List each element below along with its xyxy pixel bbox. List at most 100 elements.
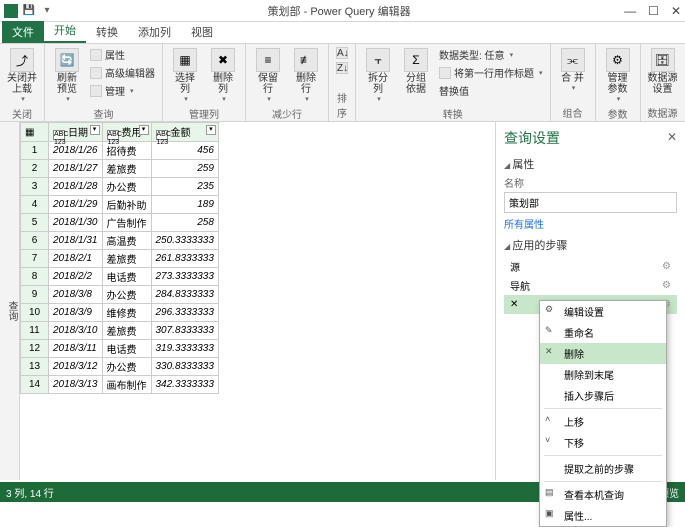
ctx-move-down[interactable]: ˅下移: [540, 432, 666, 453]
ctx-properties[interactable]: ▣属性...: [540, 505, 666, 526]
ctx-delete-to-end[interactable]: 删除到末尾: [540, 364, 666, 385]
cell-fee[interactable]: 高温费: [102, 232, 151, 250]
cell-fee[interactable]: 画布制作: [102, 376, 151, 394]
tab-view[interactable]: 视图: [181, 21, 223, 43]
cell-fee[interactable]: 广告制作: [102, 214, 151, 232]
gear-icon[interactable]: ⚙: [662, 280, 671, 291]
row-number[interactable]: 4: [21, 196, 49, 214]
ctx-insert-after[interactable]: 插入步骤后: [540, 385, 666, 406]
row-number[interactable]: 1: [21, 142, 49, 160]
cell-amount[interactable]: 259: [151, 160, 218, 178]
table-row[interactable]: 72018/2/1差旅费261.8333333: [21, 250, 219, 268]
cell-date[interactable]: 2018/3/9: [49, 304, 103, 322]
ctx-move-up[interactable]: ˄上移: [540, 411, 666, 432]
ctx-rename[interactable]: ✎重命名: [540, 322, 666, 343]
table-row[interactable]: 132018/3/12办公费330.8333333: [21, 358, 219, 376]
applied-step[interactable]: 导航⚙: [504, 276, 677, 295]
cell-fee[interactable]: 差旅费: [102, 160, 151, 178]
cell-amount[interactable]: 342.3333333: [151, 376, 218, 394]
row-number[interactable]: 11: [21, 322, 49, 340]
tab-home[interactable]: 开始: [44, 19, 86, 43]
sort-desc-button[interactable]: Z↓: [333, 61, 351, 75]
cell-fee[interactable]: 办公费: [102, 178, 151, 196]
close-load-button[interactable]: ⤴关闭并 上载▾: [4, 46, 40, 105]
column-header[interactable]: ABC123费用▾: [102, 123, 151, 142]
row-number[interactable]: 6: [21, 232, 49, 250]
gear-icon[interactable]: ⚙: [662, 261, 671, 272]
queries-pane-collapsed[interactable]: 查询: [0, 122, 20, 480]
cell-amount[interactable]: 284.8333333: [151, 286, 218, 304]
all-properties-link[interactable]: 所有属性: [504, 216, 677, 231]
cell-date[interactable]: 2018/1/30: [49, 214, 103, 232]
cell-date[interactable]: 2018/3/10: [49, 322, 103, 340]
datatype-icon[interactable]: ABC123: [107, 130, 119, 140]
row-number[interactable]: 12: [21, 340, 49, 358]
tab-addcolumn[interactable]: 添加列: [128, 21, 181, 43]
cell-date[interactable]: 2018/1/29: [49, 196, 103, 214]
row-number[interactable]: 9: [21, 286, 49, 304]
ctx-edit-settings[interactable]: ⚙编辑设置: [540, 301, 666, 322]
row-number[interactable]: 2: [21, 160, 49, 178]
datatype-button[interactable]: 数据类型: 任意▾: [436, 46, 546, 63]
cell-date[interactable]: 2018/2/1: [49, 250, 103, 268]
table-row[interactable]: 52018/1/30广告制作258: [21, 214, 219, 232]
group-by-button[interactable]: Σ分组 依据: [398, 46, 434, 97]
cell-date[interactable]: 2018/3/8: [49, 286, 103, 304]
ctx-delete[interactable]: ✕删除: [540, 343, 666, 364]
cell-amount[interactable]: 273.3333333: [151, 268, 218, 286]
cell-date[interactable]: 2018/1/31: [49, 232, 103, 250]
cell-amount[interactable]: 296.3333333: [151, 304, 218, 322]
table-row[interactable]: 42018/1/29后勤补助189: [21, 196, 219, 214]
cell-date[interactable]: 2018/1/28: [49, 178, 103, 196]
remove-rows-button[interactable]: ≢删除 行▾: [288, 46, 324, 105]
settings-close-icon[interactable]: ✕: [667, 130, 677, 144]
table-row[interactable]: 92018/3/8办公费284.8333333: [21, 286, 219, 304]
cell-date[interactable]: 2018/2/2: [49, 268, 103, 286]
table-row[interactable]: 22018/1/27差旅费259: [21, 160, 219, 178]
filter-icon[interactable]: ▾: [139, 125, 149, 135]
column-header[interactable]: ABC123日期▾: [49, 123, 103, 142]
tab-file[interactable]: 文件: [2, 21, 44, 43]
datatype-icon[interactable]: ABC123: [53, 130, 65, 140]
table-row[interactable]: 62018/1/31高温费250.3333333: [21, 232, 219, 250]
row-number[interactable]: 7: [21, 250, 49, 268]
table-row[interactable]: 112018/3/10差旅费307.8333333: [21, 322, 219, 340]
cell-date[interactable]: 2018/1/27: [49, 160, 103, 178]
filter-icon[interactable]: ▾: [90, 125, 100, 135]
table-row[interactable]: 122018/3/11电话费319.3333333: [21, 340, 219, 358]
ctx-extract-prev[interactable]: 提取之前的步骤: [540, 458, 666, 479]
cell-date[interactable]: 2018/3/13: [49, 376, 103, 394]
cell-amount[interactable]: 235: [151, 178, 218, 196]
cell-date[interactable]: 2018/3/11: [49, 340, 103, 358]
qat-save-icon[interactable]: 💾: [22, 4, 36, 18]
datasource-settings-button[interactable]: 🗄数据源 设置: [645, 46, 681, 97]
cell-fee[interactable]: 电话费: [102, 340, 151, 358]
cell-fee[interactable]: 电话费: [102, 268, 151, 286]
manage-button[interactable]: 管理▾: [87, 82, 158, 99]
close-button[interactable]: ✕: [671, 4, 681, 18]
row-number[interactable]: 3: [21, 178, 49, 196]
applied-step[interactable]: 源⚙: [504, 257, 677, 276]
cell-amount[interactable]: 307.8333333: [151, 322, 218, 340]
table-row[interactable]: 12018/1/26招待费456: [21, 142, 219, 160]
minimize-button[interactable]: —: [624, 4, 636, 18]
row-number[interactable]: 10: [21, 304, 49, 322]
keep-rows-button[interactable]: ≡保留 行▾: [250, 46, 286, 105]
cell-fee[interactable]: 办公费: [102, 286, 151, 304]
table-row[interactable]: 142018/3/13画布制作342.3333333: [21, 376, 219, 394]
column-header[interactable]: ABC123金额▾: [151, 123, 218, 142]
table-row[interactable]: 82018/2/2电话费273.3333333: [21, 268, 219, 286]
cell-fee[interactable]: 差旅费: [102, 322, 151, 340]
qat-dropdown-icon[interactable]: ▾: [40, 4, 54, 18]
cell-amount[interactable]: 258: [151, 214, 218, 232]
cell-amount[interactable]: 261.8333333: [151, 250, 218, 268]
advanced-editor-button[interactable]: 高级编辑器: [87, 64, 158, 81]
datatype-icon[interactable]: ABC123: [156, 130, 168, 140]
choose-columns-button[interactable]: ▦选择 列▾: [167, 46, 203, 105]
row-number[interactable]: 8: [21, 268, 49, 286]
cell-amount[interactable]: 250.3333333: [151, 232, 218, 250]
delete-step-icon[interactable]: ✕: [510, 299, 518, 310]
cell-amount[interactable]: 319.3333333: [151, 340, 218, 358]
filter-icon[interactable]: ▾: [206, 125, 216, 135]
cell-amount[interactable]: 330.8333333: [151, 358, 218, 376]
